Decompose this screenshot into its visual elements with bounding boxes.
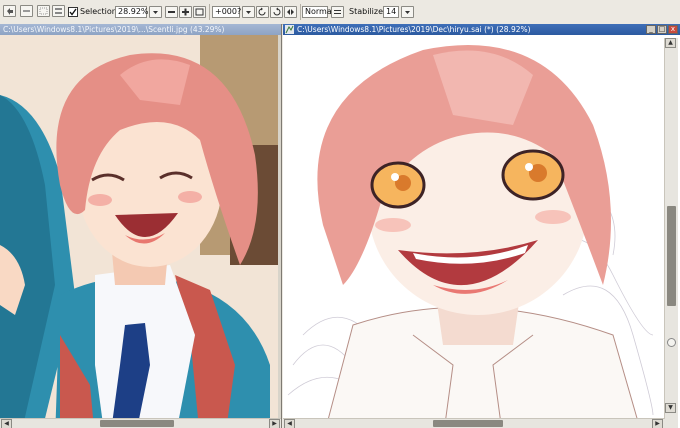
- canvas-vertical-scrollbar[interactable]: ▲ ▼: [664, 38, 678, 428]
- chevron-down-icon: [246, 11, 251, 14]
- zoom-reset-button[interactable]: [193, 6, 206, 18]
- canvas-window: C:\Users\Windows8.1\Pictures\2019\Dec\hi…: [283, 24, 680, 428]
- reset-icon: [195, 8, 204, 16]
- menu-icon: [334, 10, 341, 14]
- scroll-left-button[interactable]: ◀: [1, 419, 12, 428]
- flip-icon: [287, 9, 294, 15]
- zoom-out-button[interactable]: [165, 6, 178, 18]
- blend-mode-select[interactable]: Normal: [302, 6, 334, 18]
- zoom-dropdown-button[interactable]: [149, 6, 162, 18]
- maximize-button[interactable]: □: [657, 25, 667, 34]
- window-controls: _ □ x: [645, 25, 678, 34]
- invert-selection-button[interactable]: [52, 5, 65, 17]
- redo-button[interactable]: [20, 5, 33, 17]
- undo-button[interactable]: [3, 5, 16, 17]
- minimize-button[interactable]: _: [646, 25, 656, 34]
- undo-icon: [7, 8, 13, 15]
- stabilizer-dropdown-button[interactable]: [401, 6, 414, 18]
- stabilizer-field[interactable]: 14: [383, 6, 399, 18]
- zoom-in-button[interactable]: [179, 6, 192, 18]
- reference-horizontal-scrollbar[interactable]: ◀ ▶: [0, 418, 281, 428]
- drawing-canvas[interactable]: [283, 35, 661, 428]
- reference-image-canvas[interactable]: [0, 35, 278, 428]
- stabilizer-label: Stabilizer: [349, 7, 387, 16]
- plus-icon: [182, 8, 189, 16]
- scrollbar-thumb[interactable]: [433, 420, 503, 427]
- rotation-field[interactable]: +000?: [212, 6, 241, 18]
- rotate-right-icon: [273, 7, 281, 16]
- scrollbar-thumb[interactable]: [100, 420, 174, 427]
- zoom-field[interactable]: 28.92%: [115, 6, 149, 18]
- deselect-button[interactable]: [37, 5, 50, 17]
- chevron-right-icon: ▶: [272, 420, 277, 427]
- minus-icon: [168, 11, 175, 13]
- rotate-right-button[interactable]: [270, 6, 283, 18]
- rotation-dropdown-button[interactable]: [242, 6, 255, 18]
- checkmark-icon: [69, 8, 77, 16]
- canvas-illustration: [283, 35, 661, 428]
- flip-button[interactable]: [284, 6, 297, 18]
- chevron-left-icon: ◀: [4, 420, 9, 427]
- rotate-left-button[interactable]: [256, 6, 269, 18]
- close-button[interactable]: x: [668, 25, 678, 34]
- redo-icon: [23, 10, 30, 12]
- chevron-up-icon: ▲: [668, 39, 673, 46]
- scroll-right-button[interactable]: ▶: [269, 419, 280, 428]
- deselect-icon: [39, 7, 48, 15]
- scroll-left-button[interactable]: ◀: [284, 419, 295, 428]
- scroll-down-button[interactable]: ▼: [665, 403, 676, 413]
- scroll-position-marker: [667, 338, 676, 347]
- canvas-window-titlebar[interactable]: C:\Users\Windows8.1\Pictures\2019\Dec\hi…: [283, 24, 680, 35]
- reference-window-titlebar[interactable]: C:\Users\Windows8.1\Pictures\2019\...\Sc…: [0, 24, 281, 35]
- chevron-down-icon: [405, 11, 410, 14]
- chevron-right-icon: ▶: [655, 420, 660, 427]
- chevron-down-icon: [153, 11, 158, 14]
- app-icon: [285, 25, 294, 34]
- invert-selection-icon: [55, 8, 62, 14]
- canvas-window-title: C:\Users\Windows8.1\Pictures\2019\Dec\hi…: [297, 25, 531, 34]
- toolbar-divider: [300, 4, 301, 20]
- reference-illustration: [0, 35, 278, 428]
- reference-image-window: C:\Users\Windows8.1\Pictures\2019\...\Sc…: [0, 24, 282, 428]
- toolbar: Selection 28.92% +000? Normal Stabilizer…: [0, 0, 680, 25]
- chevron-left-icon: ◀: [287, 420, 292, 427]
- scroll-up-button[interactable]: ▲: [665, 38, 676, 48]
- selection-label: Selection: [80, 7, 117, 16]
- canvas-horizontal-scrollbar[interactable]: ◀ ▶: [283, 418, 665, 428]
- scrollbar-thumb[interactable]: [667, 206, 676, 306]
- chevron-down-icon: ▼: [668, 404, 673, 411]
- blend-mode-dropdown-button[interactable]: [331, 6, 344, 18]
- selection-checkbox[interactable]: [68, 7, 78, 17]
- rotate-left-icon: [258, 7, 266, 16]
- toolbar-divider: [209, 4, 210, 20]
- scroll-right-button[interactable]: ▶: [652, 419, 663, 428]
